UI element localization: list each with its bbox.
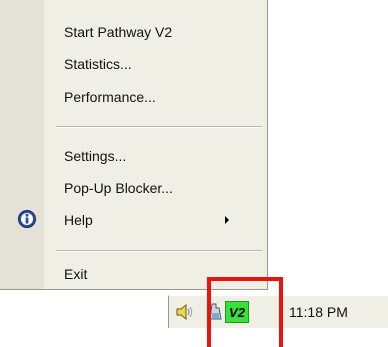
submenu-arrow-icon: [225, 216, 229, 224]
menu-item-performance[interactable]: Performance...: [0, 83, 266, 111]
menu-item-label: Pop-Up Blocker...: [64, 180, 173, 196]
context-menu: Start Pathway V2 Statistics... Performan…: [0, 0, 268, 290]
speaker-icon[interactable]: [175, 302, 195, 322]
menu-item-label: Statistics...: [64, 56, 132, 72]
menu-item-help[interactable]: Help: [0, 206, 266, 234]
screen: Start Pathway V2 Statistics... Performan…: [0, 0, 388, 347]
menu-item-popup-blocker[interactable]: Pop-Up Blocker...: [0, 174, 266, 202]
menu-item-settings[interactable]: Settings...: [0, 142, 266, 170]
menu-item-label: Settings...: [64, 148, 127, 164]
info-icon: [18, 210, 36, 228]
highlight-box: [207, 277, 283, 347]
menu-item-statistics[interactable]: Statistics...: [0, 50, 266, 78]
clock[interactable]: 11:18 PM: [289, 304, 348, 320]
menu-item-label: Help: [64, 212, 93, 228]
menu-item-label: Start Pathway V2: [64, 24, 173, 40]
menu-item-label: Exit: [64, 266, 88, 282]
menu-separator: [56, 126, 262, 128]
menu-item-label: Performance...: [64, 89, 156, 105]
menu-item-start-pathway[interactable]: Start Pathway V2: [0, 18, 266, 46]
menu-separator: [56, 250, 262, 252]
